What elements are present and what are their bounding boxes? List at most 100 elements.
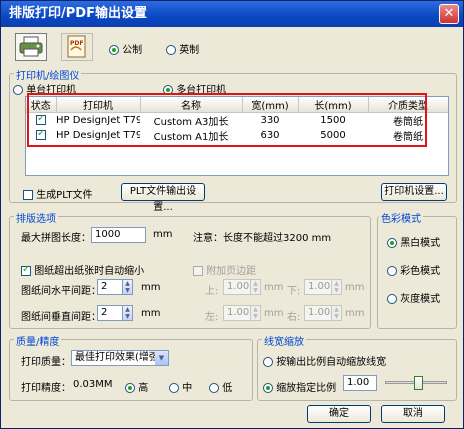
- row-length: 1500: [320, 115, 346, 126]
- chevron-down-icon[interactable]: ▼: [155, 351, 168, 365]
- cancel-button[interactable]: 取消: [381, 405, 445, 423]
- margin-top-spinner[interactable]: ▲ ▼: [251, 279, 261, 295]
- col-status[interactable]: 状态: [26, 97, 57, 113]
- ok-button[interactable]: 确定: [307, 405, 371, 423]
- linewidth-by-ratio-label: 按输出比例自动缩放线宽: [276, 357, 387, 368]
- quality-group-title: 质量/精度: [14, 333, 62, 348]
- v-gap-spinner[interactable]: ▲ ▼: [123, 305, 133, 321]
- max-length-input[interactable]: 1000: [91, 227, 146, 243]
- multi-printer-radio[interactable]: [163, 85, 173, 95]
- row-printer: HP DesignJet T79...: [56, 115, 140, 126]
- col-printer[interactable]: 打印机: [56, 97, 141, 113]
- table-row[interactable]: HP DesignJet T79... Custom A1加长 630 5000…: [26, 128, 448, 143]
- multi-printer-label: 多台打印机: [176, 85, 227, 96]
- h-gap-label: 图纸间水平间距：: [21, 286, 101, 297]
- col-name[interactable]: 名称: [140, 97, 243, 113]
- margin-bottom-spinner[interactable]: ▲ ▼: [332, 279, 342, 295]
- precision-mid-label: 中: [182, 383, 193, 394]
- printer-table-header: 状态 打印机 名称 宽(mm) 长(mm) 介质类型: [26, 97, 448, 113]
- quality-select-value: 最佳打印效果(增强): [75, 352, 163, 363]
- precision-high-radio[interactable]: [125, 383, 135, 393]
- margin-left-unit: mm: [264, 308, 284, 319]
- single-printer-option[interactable]: 单台打印机: [13, 81, 76, 96]
- precision-low-radio[interactable]: [209, 383, 219, 393]
- margin-bottom-input[interactable]: 1.00: [304, 279, 332, 295]
- precision-low-label: 低: [222, 383, 233, 394]
- add-margin-checkbox[interactable]: [193, 266, 203, 276]
- table-row[interactable]: HP DesignJet T79... Custom A3加长 330 1500…: [26, 113, 448, 128]
- max-length-unit: mm: [153, 229, 173, 240]
- gen-plt-label: 生成PLT文件: [36, 190, 93, 201]
- unit-metric-label: 公制: [122, 45, 143, 56]
- auto-shrink-checkbox[interactable]: [21, 264, 31, 276]
- max-length-label: 最大拼图长度：: [21, 233, 91, 244]
- window-title: 排版打印/PDF输出设置: [9, 6, 147, 21]
- linewidth-custom-radio[interactable]: [263, 383, 273, 393]
- color-gray-radio[interactable]: [387, 294, 397, 304]
- close-button[interactable]: ✕: [439, 4, 459, 24]
- unit-metric-radio[interactable]: [109, 45, 119, 55]
- printer-settings-button[interactable]: 打印机设置...: [381, 183, 447, 201]
- single-printer-radio[interactable]: [13, 85, 23, 95]
- add-margin-option[interactable]: 附加页边距: [193, 262, 256, 277]
- linewidth-custom-label: 缩放指定比例: [276, 383, 337, 394]
- margin-top-label: 上:: [205, 286, 219, 297]
- margin-top-input[interactable]: 1.00: [223, 279, 251, 295]
- linewidth-by-ratio-radio[interactable]: [263, 357, 273, 367]
- precision-mid-radio[interactable]: [169, 383, 179, 393]
- color-color-radio[interactable]: [387, 266, 397, 276]
- linewidth-slider-thumb[interactable]: [414, 376, 423, 390]
- h-gap-input[interactable]: 2: [97, 279, 123, 295]
- linewidth-ratio-input[interactable]: 1.00: [343, 375, 377, 391]
- row-printer: HP DesignJet T79...: [56, 130, 140, 141]
- margin-right-spinner[interactable]: ▲ ▼: [332, 305, 342, 321]
- col-media[interactable]: 介质类型: [368, 97, 448, 113]
- multi-printer-option[interactable]: 多台打印机: [163, 81, 226, 96]
- add-margin-label: 附加页边距: [206, 266, 257, 277]
- printer-table: 状态 打印机 名称 宽(mm) 长(mm) 介质类型 HP DesignJet …: [26, 97, 448, 143]
- quality-select[interactable]: 最佳打印效果(增强) ▼: [71, 350, 169, 366]
- printer-mode-button[interactable]: [15, 33, 47, 61]
- row-name: Custom A3加长: [153, 117, 229, 128]
- h-gap-spinner[interactable]: ▲ ▼: [123, 279, 133, 295]
- printer-list[interactable]: 状态 打印机 名称 宽(mm) 长(mm) 介质类型 HP DesignJet …: [25, 96, 449, 176]
- precision-mid-option[interactable]: 中: [169, 379, 192, 394]
- precision-label: 打印精度：: [21, 383, 71, 394]
- v-gap-input[interactable]: 2: [97, 305, 123, 321]
- auto-shrink-label: 图纸超出纸张时自动缩小: [34, 266, 145, 277]
- pdf-icon: PDF: [67, 35, 86, 58]
- color-bw-radio[interactable]: [387, 238, 397, 248]
- color-bw-option[interactable]: 黑白模式: [387, 234, 440, 249]
- row-enabled-checkbox[interactable]: [36, 113, 46, 125]
- linewidth-group-title: 线宽缩放: [262, 333, 306, 348]
- precision-high-option[interactable]: 高: [125, 379, 148, 394]
- margin-bottom-unit: mm: [345, 282, 365, 293]
- row-length: 5000: [320, 130, 346, 141]
- linewidth-by-ratio-option[interactable]: 按输出比例自动缩放线宽: [263, 353, 386, 368]
- margin-left-spinner[interactable]: ▲ ▼: [251, 305, 261, 321]
- precision-low-option[interactable]: 低: [209, 379, 232, 394]
- plt-settings-button[interactable]: PLT文件输出设置...: [121, 183, 205, 213]
- margin-left-input[interactable]: 1.00: [223, 305, 251, 321]
- auto-shrink-option[interactable]: 图纸超出纸张时自动缩小: [21, 262, 144, 277]
- row-media: 卷筒纸: [393, 117, 423, 128]
- margin-right-input[interactable]: 1.00: [304, 305, 332, 321]
- gen-plt-checkbox[interactable]: [23, 190, 33, 200]
- col-width[interactable]: 宽(mm): [242, 97, 299, 113]
- max-length-note: 注意：长度不能超过3200 mm: [193, 233, 332, 244]
- col-length[interactable]: 长(mm): [298, 97, 369, 113]
- pdf-mode-button[interactable]: PDF: [61, 33, 93, 61]
- linewidth-custom-option[interactable]: 缩放指定比例: [263, 379, 336, 394]
- unit-imperial-option[interactable]: 英制: [166, 41, 199, 56]
- color-color-option[interactable]: 彩色模式: [387, 262, 440, 277]
- color-gray-option[interactable]: 灰度模式: [387, 290, 440, 305]
- color-group-title: 色彩模式: [379, 210, 423, 225]
- color-gray-label: 灰度模式: [400, 294, 441, 305]
- row-enabled-checkbox[interactable]: [36, 128, 46, 140]
- row-width: 330: [260, 115, 280, 126]
- layout-group-title: 排版选项: [14, 210, 58, 225]
- unit-metric-option[interactable]: 公制: [109, 41, 142, 56]
- gen-plt-option[interactable]: 生成PLT文件: [23, 186, 93, 201]
- row-media: 卷筒纸: [393, 132, 423, 143]
- unit-imperial-radio[interactable]: [166, 45, 176, 55]
